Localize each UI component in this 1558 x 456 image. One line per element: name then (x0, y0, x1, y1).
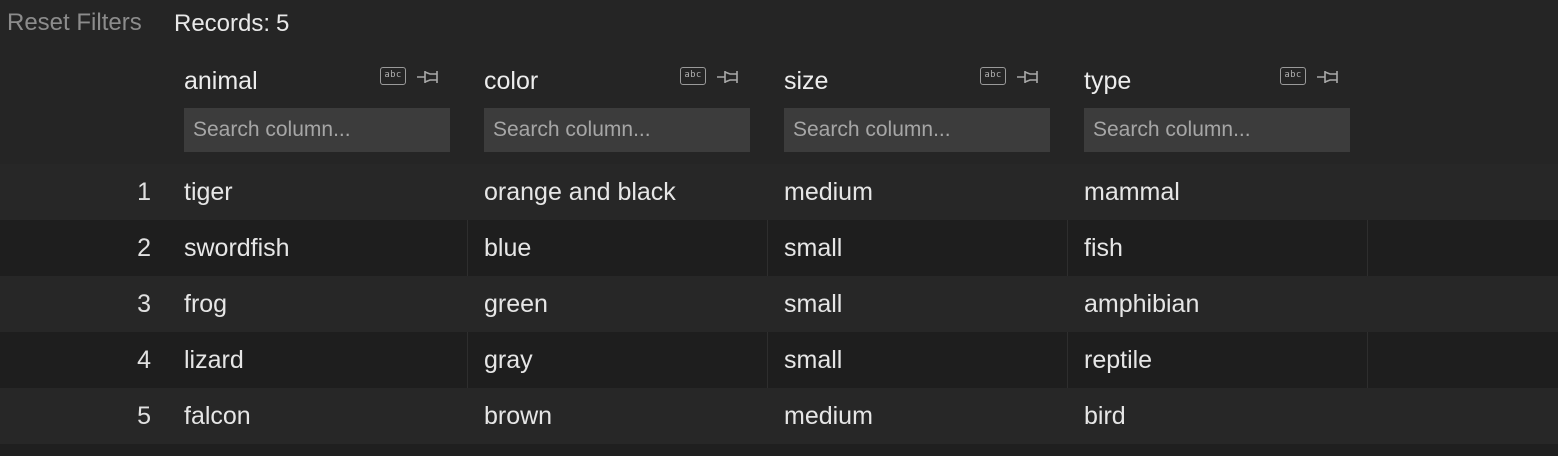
cell-type[interactable]: amphibian (1084, 289, 1199, 319)
pin-icon[interactable] (716, 66, 744, 88)
cell-animal[interactable]: falcon (184, 401, 251, 431)
column-divider (467, 220, 468, 276)
cell-color[interactable]: gray (484, 345, 533, 375)
search-column-input[interactable] (484, 108, 750, 152)
cell-size[interactable]: small (784, 233, 842, 263)
row-index: 4 (137, 346, 151, 374)
search-column-input[interactable] (184, 108, 450, 152)
table-row[interactable]: 5 falcon brown medium bird (0, 388, 1558, 444)
cell-animal[interactable]: tiger (184, 177, 233, 207)
table-body: 1 tiger orange and black medium mammal 2… (0, 164, 1558, 444)
column-divider (1367, 220, 1368, 276)
cell-type[interactable]: mammal (1084, 177, 1180, 207)
table-row[interactable]: 3 frog green small amphibian (0, 276, 1558, 332)
column-divider (467, 332, 468, 388)
cell-size[interactable]: medium (784, 401, 873, 431)
cell-type[interactable]: reptile (1084, 345, 1152, 375)
pin-icon[interactable] (1016, 66, 1044, 88)
records-label: Records: (174, 10, 271, 37)
row-index: 5 (137, 402, 151, 430)
pin-icon[interactable] (416, 66, 444, 88)
reset-filters-button[interactable]: Reset Filters (7, 8, 142, 38)
text-type-icon[interactable]: abc (680, 67, 706, 85)
column-header-animal: animal abc (184, 56, 484, 166)
column-divider (1067, 332, 1068, 388)
cell-type[interactable]: fish (1084, 233, 1123, 263)
cell-size[interactable]: medium (784, 177, 873, 207)
column-divider (767, 220, 768, 276)
table-footer-strip (0, 444, 1558, 456)
cell-size[interactable]: small (784, 345, 842, 375)
cell-color[interactable]: green (484, 289, 548, 319)
column-divider (767, 332, 768, 388)
table-row[interactable]: 4 lizard gray small reptile (0, 332, 1558, 388)
records-count: 5 (276, 10, 290, 37)
row-index: 2 (137, 234, 151, 262)
pin-icon[interactable] (1316, 66, 1344, 88)
text-type-icon[interactable]: abc (980, 67, 1006, 85)
text-type-icon[interactable]: abc (1280, 67, 1306, 85)
column-header-size: size abc (784, 56, 1084, 166)
cell-animal[interactable]: lizard (184, 345, 244, 375)
column-name[interactable]: size (784, 66, 828, 96)
toolbar: Reset Filters Records: 5 (0, 0, 1558, 46)
column-divider (1367, 332, 1368, 388)
column-header-type: type abc (1084, 56, 1384, 166)
cell-type[interactable]: bird (1084, 401, 1126, 431)
row-index: 1 (137, 178, 151, 206)
column-header-color: color abc (484, 56, 784, 166)
column-name[interactable]: type (1084, 66, 1131, 96)
table-row[interactable]: 2 swordfish blue small fish (0, 220, 1558, 276)
search-column-input[interactable] (784, 108, 1050, 152)
cell-color[interactable]: brown (484, 401, 552, 431)
text-type-icon[interactable]: abc (380, 67, 406, 85)
cell-animal[interactable]: swordfish (184, 233, 290, 263)
cell-animal[interactable]: frog (184, 289, 227, 319)
search-column-input[interactable] (1084, 108, 1350, 152)
column-name[interactable]: animal (184, 66, 258, 96)
row-index: 3 (137, 290, 151, 318)
records-count-label: Records: 5 (174, 9, 289, 39)
column-name[interactable]: color (484, 66, 538, 96)
cell-size[interactable]: small (784, 289, 842, 319)
cell-color[interactable]: orange and black (484, 177, 676, 207)
column-divider (1067, 220, 1068, 276)
cell-color[interactable]: blue (484, 233, 531, 263)
table-row[interactable]: 1 tiger orange and black medium mammal (0, 164, 1558, 220)
